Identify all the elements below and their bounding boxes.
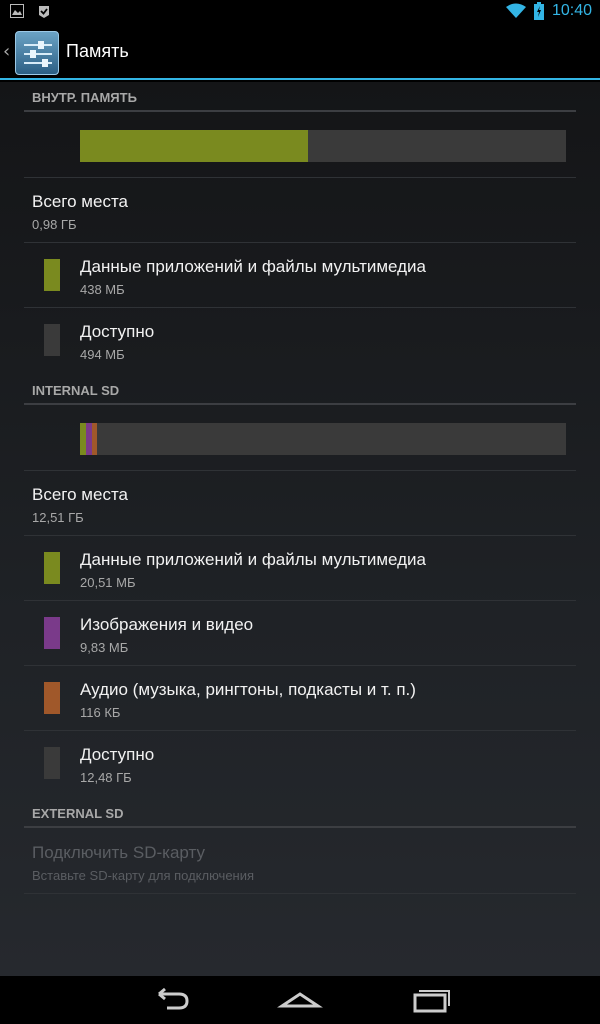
status-time: 10:40 <box>551 2 592 19</box>
free-color-swatch <box>44 324 60 356</box>
navigation-bar <box>0 976 600 1024</box>
apps-row-internal-sd[interactable]: Данные приложений и файлы мультимедиа 20… <box>24 536 576 601</box>
images-color-swatch <box>44 617 60 649</box>
usage-segment-apps <box>80 130 309 162</box>
battery-charging-icon <box>533 2 544 20</box>
section-header-external-sd: EXTERNAL SD <box>24 798 576 828</box>
free-color-swatch <box>44 747 60 779</box>
action-bar: ‹ Память <box>0 25 600 80</box>
total-space-row-internal: Всего места 0,98 ГБ <box>24 178 576 243</box>
storage-list: ВНУТР. ПАМЯТЬ Всего места 0,98 ГБ Данные… <box>0 82 600 976</box>
usage-bar-row-internal-sd <box>24 406 576 471</box>
free-row-internal: Доступно 494 МБ <box>24 308 576 373</box>
gallery-icon <box>10 4 24 18</box>
mount-sd-card-row[interactable]: Подключить SD-карту Вставьте SD-карту дл… <box>24 829 576 894</box>
audio-color-swatch <box>44 682 60 714</box>
page-title: Память <box>66 41 129 61</box>
total-space-row-internal-sd: Всего места 12,51 ГБ <box>24 471 576 536</box>
settings-sliders-icon[interactable] <box>15 31 59 75</box>
usage-bar-internal-sd <box>80 423 566 455</box>
wifi-icon <box>505 3 526 18</box>
apps-color-swatch <box>44 259 60 291</box>
section-header-internal-sd: INTERNAL SD <box>24 375 576 405</box>
check-badge-icon <box>39 6 49 18</box>
free-row-internal-sd: Доступно 12,48 ГБ <box>24 731 576 796</box>
apps-color-swatch <box>44 552 60 584</box>
section-header-internal: ВНУТР. ПАМЯТЬ <box>24 82 576 112</box>
up-chevron-icon[interactable]: ‹ <box>3 41 10 62</box>
audio-row-internal-sd[interactable]: Аудио (музыка, рингтоны, подкасты и т. п… <box>24 666 576 731</box>
apps-row-internal[interactable]: Данные приложений и файлы мультимедиа 43… <box>24 243 576 308</box>
recent-apps-icon[interactable] <box>405 986 455 1014</box>
home-icon[interactable] <box>275 986 325 1014</box>
usage-bar-internal <box>80 130 566 162</box>
usage-bar-row-internal <box>24 113 576 178</box>
images-row-internal-sd[interactable]: Изображения и видео 9,83 МБ <box>24 601 576 666</box>
usage-segment-audio <box>91 423 98 455</box>
back-icon[interactable] <box>145 986 195 1014</box>
status-bar: 10:40 <box>0 0 600 25</box>
